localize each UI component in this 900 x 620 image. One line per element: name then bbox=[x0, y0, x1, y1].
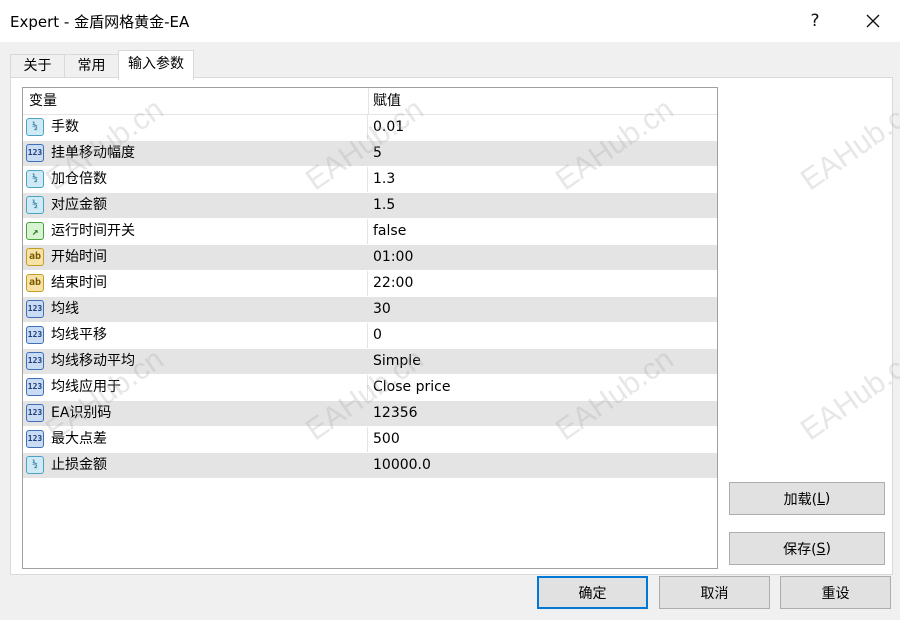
variable-name: 运行时间开关 bbox=[51, 223, 135, 239]
float-type-icon: ½ bbox=[26, 118, 44, 136]
column-header-variable[interactable]: 变量 bbox=[29, 88, 57, 114]
save-label: 保存( bbox=[783, 541, 817, 558]
variable-cell[interactable]: ab 开始时间 bbox=[23, 245, 368, 270]
table-row[interactable]: ½ 对应金额 1.5 bbox=[23, 193, 717, 219]
value-cell[interactable]: 1.5 bbox=[373, 193, 395, 218]
string-type-icon: ab bbox=[26, 274, 44, 292]
variable-cell[interactable]: 123 均线 bbox=[23, 297, 368, 322]
variable-name: 均线 bbox=[51, 301, 79, 317]
window-title: Expert - 金盾网格黄金-EA bbox=[10, 13, 190, 31]
save-label-suffix: ) bbox=[825, 540, 831, 557]
variable-cell[interactable]: ab 结束时间 bbox=[23, 271, 368, 296]
tab-about[interactable]: 关于 bbox=[10, 54, 65, 78]
save-button[interactable]: 保存(S) bbox=[729, 532, 885, 565]
variable-name: 均线平移 bbox=[51, 327, 107, 343]
variable-cell[interactable]: 123 最大点差 bbox=[23, 427, 368, 452]
variable-name: 开始时间 bbox=[51, 249, 107, 265]
help-button[interactable]: ? bbox=[792, 0, 838, 42]
close-button[interactable] bbox=[850, 0, 896, 42]
title-bar: Expert - 金盾网格黄金-EA ? bbox=[0, 0, 900, 42]
value-cell[interactable]: 01:00 bbox=[373, 245, 413, 270]
column-divider[interactable] bbox=[368, 88, 369, 114]
variable-name: 均线应用于 bbox=[51, 379, 121, 395]
float-type-icon: ½ bbox=[26, 170, 44, 188]
column-header-value[interactable]: 赋值 bbox=[373, 88, 401, 114]
variable-cell[interactable]: 123 均线应用于 bbox=[23, 375, 368, 400]
bool-type-icon: ↗ bbox=[26, 222, 44, 240]
value-cell[interactable]: 0 bbox=[373, 323, 382, 348]
variable-name: 结束时间 bbox=[51, 275, 107, 291]
value-cell[interactable]: 22:00 bbox=[373, 271, 413, 296]
variable-name: 均线移动平均 bbox=[51, 353, 135, 369]
int-type-icon: 123 bbox=[26, 404, 44, 422]
table-body: ½ 手数 0.01 123 挂单移动幅度 5 ½ 加仓倍数 1.3 ½ 对应金额 1.5 ↗ 运行时间开关… bbox=[23, 115, 717, 479]
value-cell[interactable]: 0.01 bbox=[373, 115, 404, 140]
value-cell[interactable]: 30 bbox=[373, 297, 391, 322]
int-type-icon: 123 bbox=[26, 430, 44, 448]
tab-common[interactable]: 常用 bbox=[64, 54, 119, 78]
value-cell[interactable]: 10000.0 bbox=[373, 453, 431, 478]
variable-cell[interactable]: ½ 止损金额 bbox=[23, 453, 368, 478]
variable-cell[interactable]: ½ 对应金额 bbox=[23, 193, 368, 218]
close-icon bbox=[866, 14, 880, 28]
load-hotkey: L bbox=[817, 490, 825, 507]
value-cell[interactable]: Simple bbox=[373, 349, 421, 374]
variable-cell[interactable]: ↗ 运行时间开关 bbox=[23, 219, 368, 244]
ok-button[interactable]: 确定 bbox=[537, 576, 648, 609]
value-cell[interactable]: 500 bbox=[373, 427, 400, 452]
table-row[interactable]: ↗ 运行时间开关 false bbox=[23, 219, 717, 245]
value-cell[interactable]: false bbox=[373, 219, 406, 244]
variable-name: 加仓倍数 bbox=[51, 171, 107, 187]
value-cell[interactable]: 1.3 bbox=[373, 167, 395, 192]
load-label: 加载( bbox=[783, 491, 818, 508]
int-type-icon: 123 bbox=[26, 326, 44, 344]
float-type-icon: ½ bbox=[26, 196, 44, 214]
variable-cell[interactable]: ½ 加仓倍数 bbox=[23, 167, 368, 192]
table-row[interactable]: 123 挂单移动幅度 5 bbox=[23, 141, 717, 167]
table-header: 变量 赋值 bbox=[23, 88, 717, 115]
table-row[interactable]: ½ 止损金额 10000.0 bbox=[23, 453, 717, 479]
table-row[interactable]: 123 EA识别码 12356 bbox=[23, 401, 717, 427]
load-button[interactable]: 加载(L) bbox=[729, 482, 885, 515]
int-type-icon: 123 bbox=[26, 300, 44, 318]
table-row[interactable]: ½ 手数 0.01 bbox=[23, 115, 717, 141]
variable-cell[interactable]: 123 挂单移动幅度 bbox=[23, 141, 368, 166]
variable-cell[interactable]: ½ 手数 bbox=[23, 115, 368, 140]
table-row[interactable]: ½ 加仓倍数 1.3 bbox=[23, 167, 717, 193]
cancel-button[interactable]: 取消 bbox=[659, 576, 770, 609]
reset-button[interactable]: 重设 bbox=[780, 576, 891, 609]
value-cell[interactable]: 5 bbox=[373, 141, 382, 166]
table-row[interactable]: 123 均线移动平均 Simple bbox=[23, 349, 717, 375]
variable-cell[interactable]: 123 EA识别码 bbox=[23, 401, 368, 426]
variable-name: 最大点差 bbox=[51, 431, 107, 447]
table-row[interactable]: ab 结束时间 22:00 bbox=[23, 271, 717, 297]
tab-inputs[interactable]: 输入参数 bbox=[118, 50, 194, 80]
string-type-icon: ab bbox=[26, 248, 44, 266]
table-row[interactable]: 123 均线 30 bbox=[23, 297, 717, 323]
variable-name: 挂单移动幅度 bbox=[51, 145, 135, 161]
save-hotkey: S bbox=[816, 540, 826, 557]
table-row[interactable]: 123 最大点差 500 bbox=[23, 427, 717, 453]
value-cell[interactable]: 12356 bbox=[373, 401, 418, 426]
load-label-suffix: ) bbox=[824, 490, 831, 507]
int-type-icon: 123 bbox=[26, 144, 44, 162]
variable-name: EA识别码 bbox=[51, 405, 112, 421]
int-type-icon: 123 bbox=[26, 378, 44, 396]
parameters-table: 变量 赋值 ½ 手数 0.01 123 挂单移动幅度 5 ½ 加仓倍数 1.3 ½ 对应金额 1.5 ↗… bbox=[22, 87, 718, 569]
value-cell[interactable]: Close price bbox=[373, 375, 450, 400]
table-row[interactable]: 123 均线应用于 Close price bbox=[23, 375, 717, 401]
variable-cell[interactable]: 123 均线平移 bbox=[23, 323, 368, 348]
table-row[interactable]: ab 开始时间 01:00 bbox=[23, 245, 717, 271]
variable-cell[interactable]: 123 均线移动平均 bbox=[23, 349, 368, 374]
table-row[interactable]: 123 均线平移 0 bbox=[23, 323, 717, 349]
float-type-icon: ½ bbox=[26, 456, 44, 474]
variable-name: 手数 bbox=[51, 119, 79, 135]
variable-name: 止损金额 bbox=[51, 457, 107, 473]
int-type-icon: 123 bbox=[26, 352, 44, 370]
variable-name: 对应金额 bbox=[51, 197, 107, 213]
